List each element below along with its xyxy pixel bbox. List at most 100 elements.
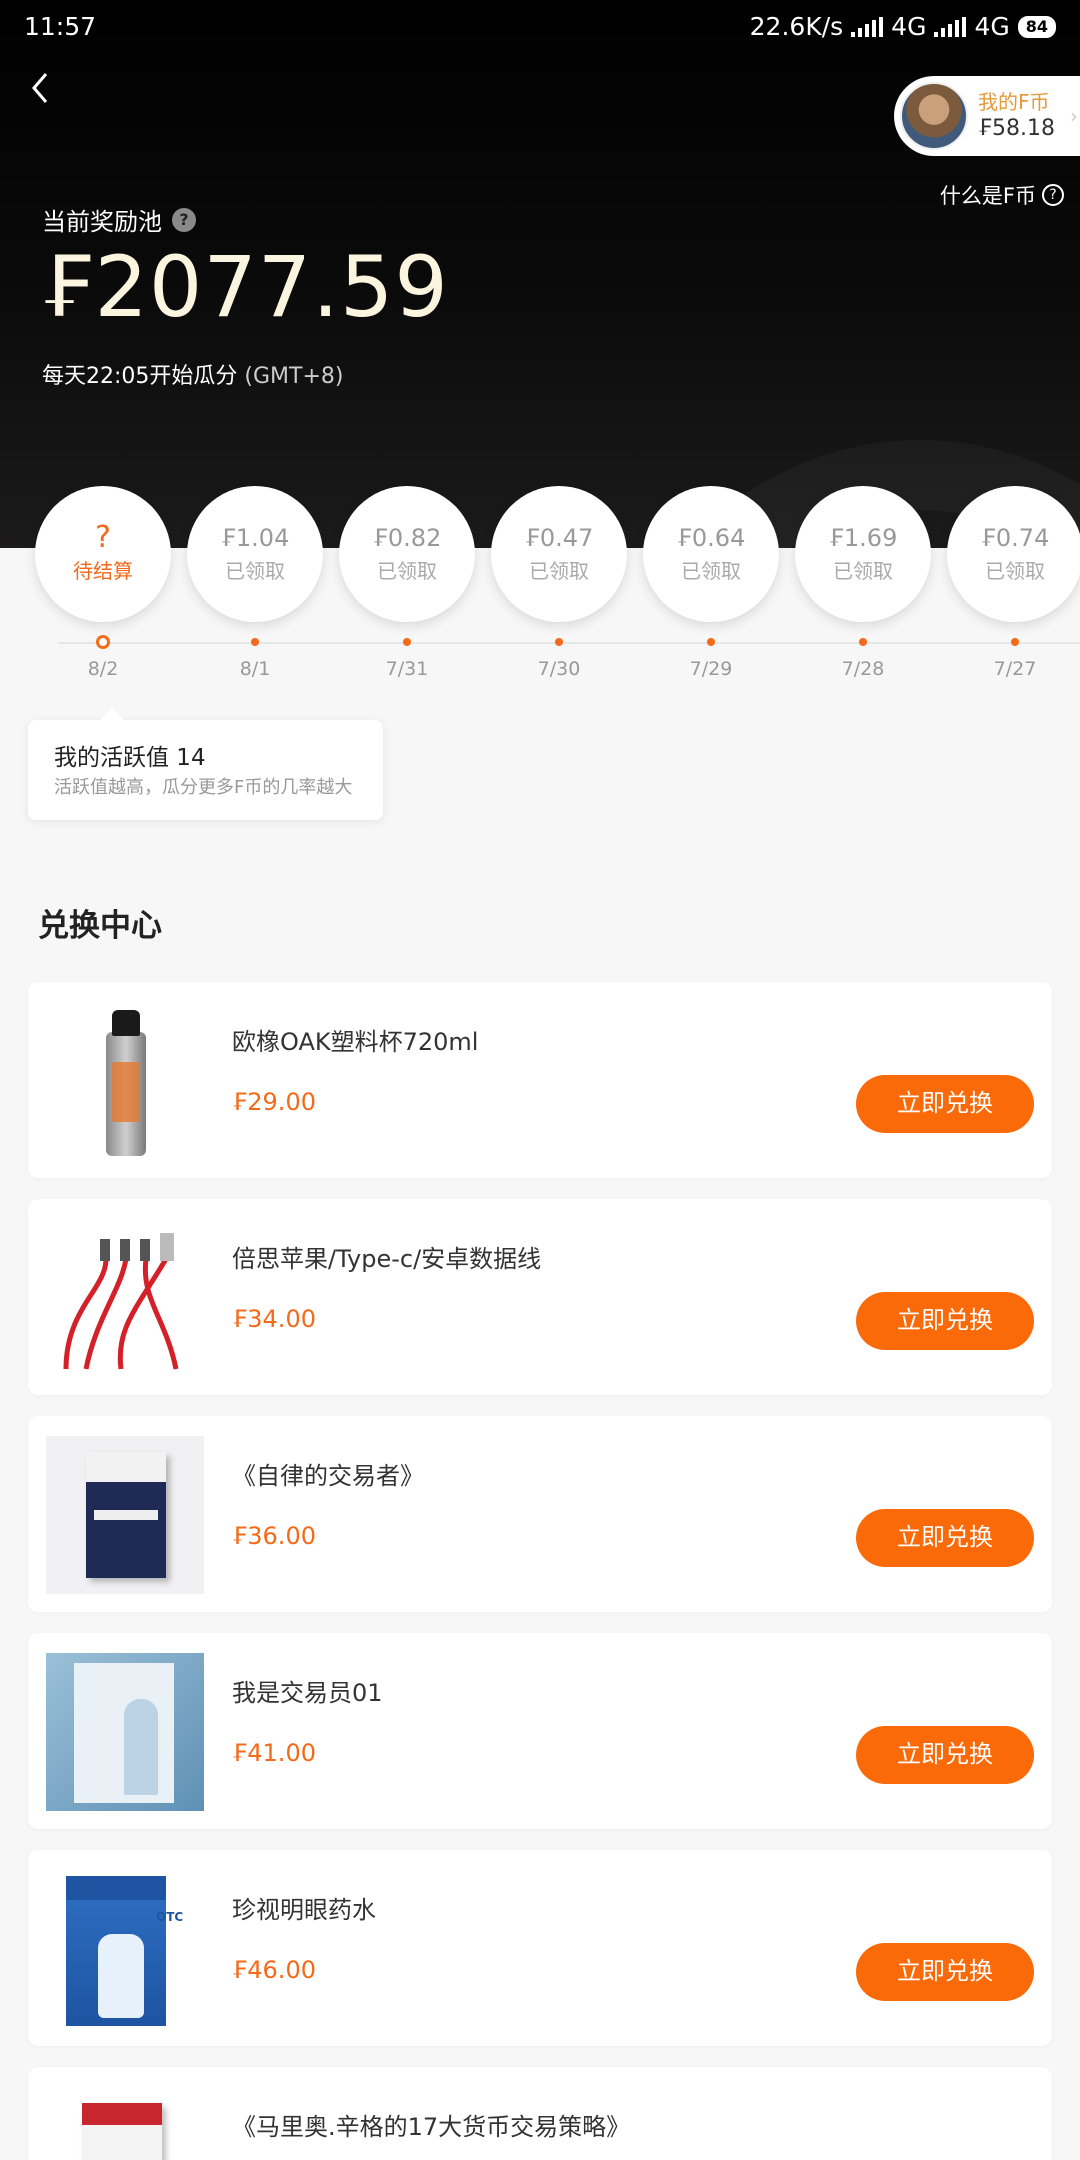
day-circle[interactable]: ₣1.69 已领取 bbox=[795, 486, 931, 622]
day-item[interactable]: ₣0.47 已领取 bbox=[491, 486, 627, 622]
timeline-dot bbox=[251, 638, 259, 646]
activity-title: 我的活跃值 14 bbox=[54, 745, 206, 771]
product-card[interactable]: 我是交易员01 ₣41.00 立即兑换 bbox=[28, 1633, 1052, 1829]
day-amount: ₣0.47 bbox=[524, 524, 594, 552]
product-name: 《马里奥.辛格的17大货币交易策略》 bbox=[232, 2113, 631, 2141]
product-image-cable bbox=[46, 1219, 204, 1377]
day-circle[interactable]: ₣1.04 已领取 bbox=[187, 486, 323, 622]
redeem-button[interactable]: 立即兑换 bbox=[856, 1943, 1034, 2001]
day-item[interactable]: ₣0.64 已领取 bbox=[643, 486, 779, 622]
day-date: 7/29 bbox=[689, 658, 733, 680]
product-card[interactable]: 欧橡OAK塑料杯720ml ₣29.00 立即兑换 bbox=[28, 982, 1052, 1178]
day-item[interactable]: ₣1.04 已领取 bbox=[187, 486, 323, 622]
day-item[interactable]: ? 待结算 bbox=[35, 486, 171, 622]
battery-icon: 84 bbox=[1017, 15, 1056, 38]
question-circle-icon: ? bbox=[1042, 184, 1064, 206]
help-icon[interactable]: ? bbox=[172, 207, 196, 232]
product-image-magazine bbox=[46, 1653, 204, 1811]
day-status: 已领取 bbox=[681, 559, 741, 583]
day-amount: ₣1.69 bbox=[828, 524, 898, 552]
redeem-button[interactable]: 立即兑换 bbox=[856, 1509, 1034, 1567]
pool-label: 当前奖励池 bbox=[42, 208, 162, 236]
product-image-book-2 bbox=[46, 2087, 204, 2160]
day-circle[interactable]: ₣0.82 已领取 bbox=[339, 486, 475, 622]
day-timeline: ? 待结算 8/2 ₣1.04 已领取 8/1 ₣0.82 已领取 7/31 ₣0.47 已领取 7/… bbox=[0, 486, 1080, 680]
day-status: 已领取 bbox=[833, 559, 893, 583]
timeline-dot bbox=[707, 638, 715, 646]
header-hero: 11:57 22.6K/s 4G 4G 84 我的F币 ₣58.18 › 什么是… bbox=[0, 0, 1080, 548]
status-indicators: 22.6K/s 4G 4G 84 bbox=[750, 12, 1056, 41]
what-is-f-link[interactable]: 什么是F币 ? bbox=[940, 180, 1064, 210]
day-date: 7/28 bbox=[841, 658, 885, 680]
pool-timezone: (GMT+8) bbox=[244, 364, 344, 389]
activity-tooltip: 我的活跃值 14 活跃值越高，瓜分更多F币的几率越大 bbox=[28, 708, 383, 820]
activity-subtitle: 活跃值越高，瓜分更多F币的几率越大 bbox=[54, 777, 353, 798]
pool-note: 每天22:05开始瓜分 (GMT+8) bbox=[42, 358, 343, 390]
product-name: 珍视明眼药水 bbox=[232, 1896, 376, 1924]
product-image-eyedrops: OTC bbox=[46, 1870, 204, 2028]
pool-amount: ₣2077.59 bbox=[40, 238, 449, 336]
day-amount: ₣0.82 bbox=[372, 524, 442, 552]
timeline-dot bbox=[403, 638, 411, 646]
day-circle[interactable]: ₣0.47 已领取 bbox=[491, 486, 627, 622]
timeline-dot bbox=[96, 635, 110, 649]
signal-icon bbox=[934, 16, 967, 37]
signal-icon bbox=[851, 16, 884, 37]
day-status: 已领取 bbox=[529, 559, 589, 583]
status-bar: 11:57 22.6K/s 4G 4G 84 bbox=[0, 0, 1080, 52]
product-name: 倍思苹果/Type-c/安卓数据线 bbox=[232, 1245, 542, 1273]
product-price: ₣41.00 bbox=[232, 1739, 316, 1767]
what-is-f-label: 什么是F币 bbox=[939, 184, 1036, 208]
product-image-bottle bbox=[46, 1002, 204, 1160]
chevron-right-icon: › bbox=[1070, 104, 1078, 128]
product-card[interactable]: 《自律的交易者》 ₣36.00 立即兑换 bbox=[28, 1416, 1052, 1612]
product-price: ₣46.00 bbox=[232, 1956, 316, 1984]
day-amount: ₣0.64 bbox=[676, 524, 746, 552]
redeem-button[interactable]: 立即兑换 bbox=[856, 1726, 1034, 1784]
product-card[interactable]: 倍思苹果/Type-c/安卓数据线 ₣34.00 立即兑换 bbox=[28, 1199, 1052, 1395]
my-coin-button[interactable]: 我的F币 ₣58.18 › bbox=[894, 76, 1080, 156]
product-name: 《自律的交易者》 bbox=[232, 1462, 424, 1490]
day-date: 7/31 bbox=[385, 658, 429, 680]
my-coin-label: 我的F币 bbox=[978, 90, 1050, 114]
product-price: ₣36.00 bbox=[232, 1522, 316, 1550]
day-status: 已领取 bbox=[225, 559, 285, 583]
my-coin-value: ₣58.18 bbox=[978, 116, 1055, 141]
day-amount: ₣0.74 bbox=[980, 524, 1050, 552]
day-item[interactable]: ₣0.82 已领取 bbox=[339, 486, 475, 622]
avatar bbox=[900, 82, 968, 150]
product-card[interactable]: 《马里奥.辛格的17大货币交易策略》 bbox=[28, 2067, 1052, 2160]
day-circle[interactable]: ? 待结算 bbox=[35, 486, 171, 622]
chevron-left-icon bbox=[32, 73, 48, 103]
product-price: ₣34.00 bbox=[232, 1305, 316, 1333]
pool-note-text: 每天22:05开始瓜分 bbox=[42, 364, 238, 389]
redeem-button[interactable]: 立即兑换 bbox=[856, 1292, 1034, 1350]
status-time: 11:57 bbox=[24, 12, 97, 41]
timeline-line bbox=[58, 642, 1080, 644]
redeem-button[interactable]: 立即兑换 bbox=[856, 1075, 1034, 1133]
timeline-dot bbox=[555, 638, 563, 646]
day-item[interactable]: ₣1.69 已领取 bbox=[795, 486, 931, 622]
day-status: 待结算 bbox=[73, 559, 133, 583]
day-date: 7/30 bbox=[537, 658, 581, 680]
network-type-2: 4G bbox=[974, 12, 1010, 41]
timeline-dot bbox=[859, 638, 867, 646]
day-status: 已领取 bbox=[985, 559, 1045, 583]
day-item[interactable]: ₣0.74 已领取 bbox=[947, 486, 1080, 622]
day-circle[interactable]: ₣0.64 已领取 bbox=[643, 486, 779, 622]
product-card[interactable]: OTC 珍视明眼药水 ₣46.00 立即兑换 bbox=[28, 1850, 1052, 2046]
product-name: 欧橡OAK塑料杯720ml bbox=[232, 1028, 479, 1056]
day-date: 8/2 bbox=[87, 658, 119, 680]
product-name: 我是交易员01 bbox=[232, 1679, 383, 1707]
day-circle[interactable]: ₣0.74 已领取 bbox=[947, 486, 1080, 622]
pool-label-row: 当前奖励池 ? bbox=[42, 202, 196, 237]
day-amount: ₣1.04 bbox=[220, 524, 290, 552]
timeline-dot bbox=[1011, 638, 1019, 646]
day-amount: ? bbox=[95, 520, 111, 555]
day-date: 8/1 bbox=[239, 658, 271, 680]
exchange-center-title: 兑换中心 bbox=[38, 908, 162, 944]
product-price: ₣29.00 bbox=[232, 1088, 316, 1116]
back-button[interactable] bbox=[22, 68, 62, 108]
day-status: 已领取 bbox=[377, 559, 437, 583]
product-image-book bbox=[46, 1436, 204, 1594]
